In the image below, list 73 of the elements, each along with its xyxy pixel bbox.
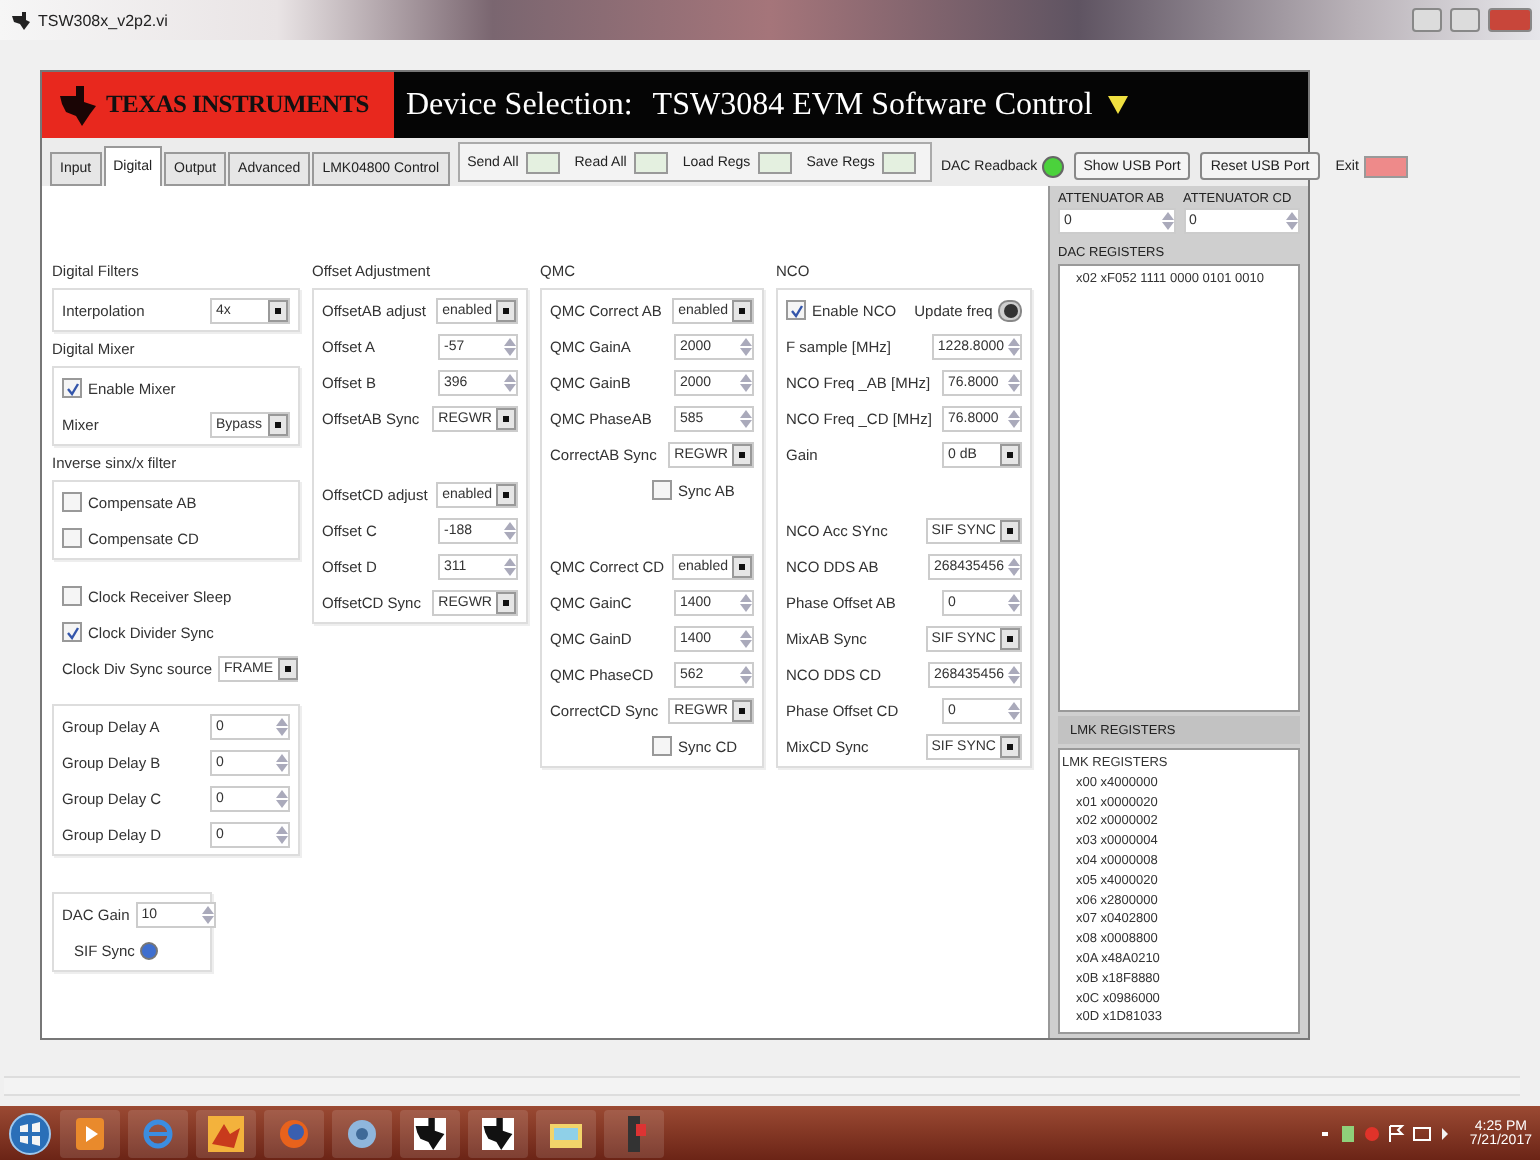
spin-arrows-icon[interactable] <box>740 337 752 355</box>
header-label: Device Selection: <box>406 87 633 123</box>
dropdown-button-icon[interactable] <box>1000 519 1020 541</box>
toggle-switch[interactable] <box>998 299 1022 321</box>
spin-arrows-icon[interactable] <box>740 409 752 427</box>
spin-arrows-icon[interactable] <box>276 753 288 771</box>
spin-arrows-icon[interactable] <box>1008 557 1020 575</box>
action-button[interactable] <box>758 151 793 173</box>
dropdown-button-icon[interactable] <box>268 299 288 321</box>
action-button[interactable] <box>882 151 917 173</box>
dropdown-button-icon[interactable] <box>496 591 516 613</box>
spin-arrows-icon[interactable] <box>504 373 516 391</box>
window-title: TSW308x_v2p2.vi <box>38 11 168 29</box>
checkbox[interactable] <box>62 492 82 512</box>
dropdown-button-icon[interactable] <box>732 299 752 321</box>
dropdown-button-icon[interactable] <box>732 443 752 465</box>
chart-app-icon[interactable] <box>208 1115 244 1151</box>
globe-icon[interactable] <box>278 1117 310 1149</box>
checkbox[interactable] <box>652 736 672 756</box>
app-icon <box>12 11 30 29</box>
exit-button[interactable] <box>1364 155 1409 177</box>
minimize-button[interactable] <box>1412 8 1442 32</box>
maximize-button[interactable] <box>1450 8 1480 32</box>
dropdown-button-icon[interactable] <box>496 407 516 429</box>
settings-app-icon[interactable] <box>346 1117 378 1149</box>
spin-arrows-icon[interactable] <box>740 665 752 683</box>
checkbox[interactable] <box>62 528 82 548</box>
spin-arrows-icon[interactable] <box>1008 593 1020 611</box>
dropdown-button-icon[interactable] <box>277 657 298 679</box>
spin-arrows-icon[interactable] <box>1008 701 1020 719</box>
spin-arrows-icon[interactable] <box>276 789 288 807</box>
spin-arrows-icon[interactable] <box>276 717 288 735</box>
dropdown-button-icon[interactable] <box>732 699 752 721</box>
spin-arrows-icon[interactable] <box>740 373 752 391</box>
logo-icon <box>58 85 98 125</box>
dropdown-button-icon[interactable] <box>496 299 516 321</box>
spin-arrows-icon[interactable] <box>201 905 214 923</box>
tool-icon[interactable] <box>622 1115 646 1151</box>
browser-icon[interactable] <box>142 1117 174 1149</box>
dropdown-icon[interactable] <box>1108 96 1129 114</box>
close-button[interactable] <box>1488 8 1532 32</box>
spin-arrows-icon[interactable] <box>1008 337 1020 355</box>
spin-arrows-icon[interactable] <box>740 593 752 611</box>
dropdown-button-icon[interactable] <box>732 555 752 577</box>
logo-icon[interactable] <box>414 1117 446 1149</box>
action-button[interactable] <box>526 151 561 173</box>
spin-arrows-icon[interactable] <box>1286 212 1298 230</box>
spin-arrows-icon[interactable] <box>1008 665 1020 683</box>
dropdown-button-icon[interactable] <box>1000 627 1020 649</box>
checkbox[interactable] <box>62 622 82 642</box>
media-player-icon[interactable] <box>76 1117 104 1149</box>
checkbox[interactable] <box>62 378 82 398</box>
dropdown-button-icon[interactable] <box>1000 443 1020 465</box>
device-name: TSW3084 EVM Software Control <box>652 87 1093 123</box>
checkbox[interactable] <box>786 300 806 320</box>
tray-icons[interactable] <box>1321 1123 1454 1143</box>
spin-arrows-icon[interactable] <box>504 557 516 575</box>
spin-arrows-icon[interactable] <box>504 521 516 539</box>
spin-arrows-icon[interactable] <box>1008 409 1020 427</box>
spin-arrows-icon[interactable] <box>740 629 752 647</box>
spin-arrows-icon[interactable] <box>504 337 516 355</box>
dropdown-button-icon[interactable] <box>1000 735 1020 757</box>
dropdown-button-icon[interactable] <box>496 483 516 505</box>
checkbox[interactable] <box>62 586 82 606</box>
spin-arrows-icon[interactable] <box>1161 212 1173 230</box>
checkbox[interactable] <box>652 480 672 500</box>
start-button[interactable] <box>8 1111 52 1155</box>
logo-icon[interactable] <box>482 1117 514 1149</box>
spin-arrows-icon[interactable] <box>1008 373 1020 391</box>
brand-name: TEXAS INSTRUMENTS <box>106 90 369 120</box>
spin-arrows-icon[interactable] <box>276 825 288 843</box>
dropdown-button-icon[interactable] <box>268 413 288 435</box>
action-button[interactable] <box>634 151 669 173</box>
